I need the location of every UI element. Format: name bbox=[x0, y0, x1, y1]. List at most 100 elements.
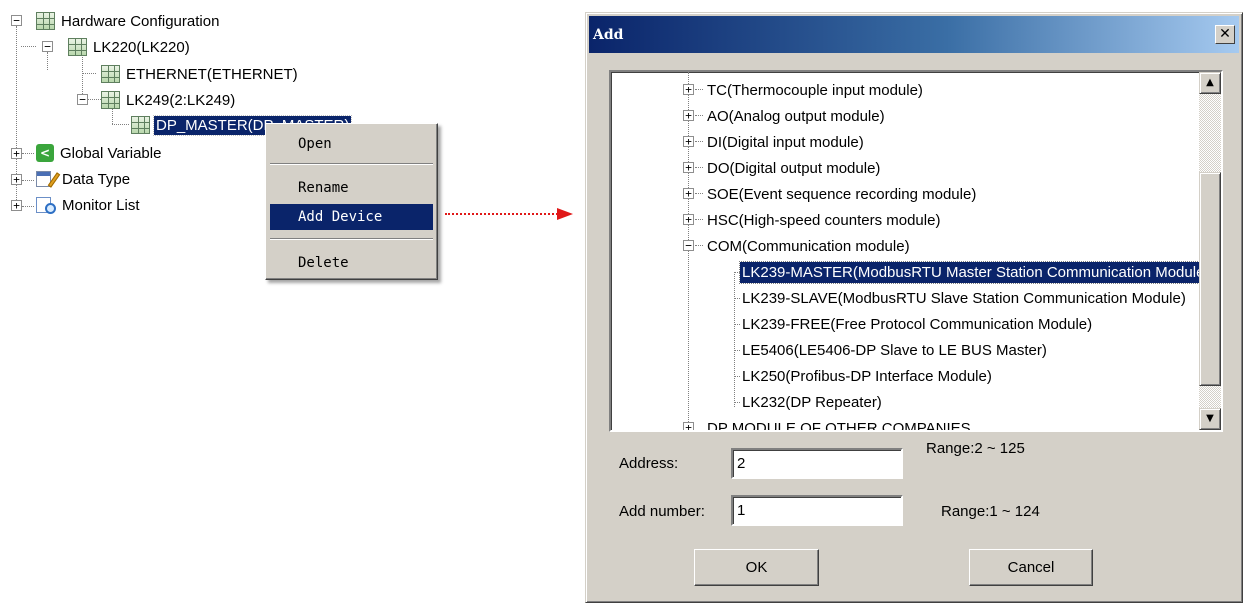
device-tree-label: LK239-SLAVE(ModbusRTU Slave Station Comm… bbox=[742, 289, 1186, 307]
module-icon bbox=[101, 65, 120, 83]
cancel-button[interactable]: Cancel bbox=[969, 549, 1093, 586]
device-tree-label: DI(Digital input module) bbox=[707, 133, 864, 151]
expand-toggle[interactable]: + bbox=[683, 136, 694, 147]
menu-item-rename[interactable]: Rename bbox=[270, 175, 433, 201]
tree-node-data-type[interactable]: Data Type bbox=[36, 168, 132, 190]
dialog-title-bar[interactable]: Add ✕ bbox=[589, 16, 1239, 53]
device-item-lk239-free[interactable]: LK239-FREE(Free Protocol Communication M… bbox=[740, 311, 1094, 337]
device-category-do[interactable]: DO(Digital output module) bbox=[705, 155, 882, 181]
menu-separator bbox=[270, 163, 433, 165]
device-tree-label: DP MODULE OF OTHER COMPANIES bbox=[707, 419, 971, 431]
device-category-com[interactable]: COM(Communication module) bbox=[705, 233, 912, 259]
collapse-toggle-hardware[interactable]: − bbox=[11, 15, 22, 26]
address-input[interactable]: 2 bbox=[731, 448, 903, 479]
tree-node-label: Hardware Configuration bbox=[61, 12, 220, 30]
device-item-lk239-master[interactable]: LK239-MASTER(ModbusRTU Master Station Co… bbox=[738, 259, 1199, 285]
expand-toggle[interactable]: + bbox=[683, 84, 694, 95]
collapse-toggle-lk220[interactable]: − bbox=[42, 41, 53, 52]
device-tree-list: + TC(Thermocouple input module) + AO(Ana… bbox=[611, 72, 1199, 430]
tree-connector bbox=[695, 89, 703, 90]
tree-node-lk220[interactable]: LK220(LK220) bbox=[68, 36, 192, 58]
tree-connector bbox=[695, 115, 703, 116]
tree-connector bbox=[695, 141, 703, 142]
hardware-config-icon bbox=[36, 12, 55, 30]
module-icon bbox=[131, 116, 150, 134]
tree-connector bbox=[22, 206, 34, 207]
tree-node-label: LK220(LK220) bbox=[93, 38, 190, 56]
menu-item-open[interactable]: Open bbox=[270, 131, 433, 157]
device-category-tc[interactable]: TC(Thermocouple input module) bbox=[705, 77, 925, 103]
module-icon bbox=[101, 91, 120, 109]
device-item-lk232[interactable]: LK232(DP Repeater) bbox=[740, 389, 884, 415]
monitor-list-icon bbox=[36, 196, 56, 214]
tree-node-ethernet[interactable]: ETHERNET(ETHERNET) bbox=[101, 63, 300, 85]
scroll-down-button[interactable]: ▼ bbox=[1199, 408, 1221, 430]
add-number-input[interactable]: 1 bbox=[731, 495, 903, 526]
device-item-le5406[interactable]: LE5406(LE5406-DP Slave to LE BUS Master) bbox=[740, 337, 1049, 363]
device-category-other-companies[interactable]: DP MODULE OF OTHER COMPANIES bbox=[705, 415, 973, 431]
tree-node-label: Data Type bbox=[62, 170, 131, 188]
tree-connector bbox=[112, 124, 129, 125]
device-category-soe[interactable]: SOE(Event sequence recording module) bbox=[705, 181, 978, 207]
tree-connector bbox=[695, 193, 703, 194]
tree-node-label: ETHERNET(ETHERNET) bbox=[126, 65, 298, 83]
device-category-ao[interactable]: AO(Analog output module) bbox=[705, 103, 887, 129]
vertical-scrollbar[interactable]: ▲ ▼ bbox=[1199, 72, 1221, 430]
tree-connector bbox=[47, 52, 48, 70]
tree-node-hardware-configuration[interactable]: Hardware Configuration bbox=[36, 10, 221, 32]
tree-node-label: Monitor List bbox=[62, 196, 140, 214]
tree-node-monitor-list[interactable]: Monitor List bbox=[36, 194, 142, 216]
close-button[interactable]: ✕ bbox=[1215, 25, 1235, 44]
collapse-toggle[interactable]: − bbox=[683, 240, 694, 251]
menu-item-add-device[interactable]: Add Device bbox=[270, 204, 433, 230]
scroll-up-button[interactable]: ▲ bbox=[1199, 72, 1221, 94]
device-tree[interactable]: + TC(Thermocouple input module) + AO(Ana… bbox=[609, 70, 1223, 432]
device-tree-label: DO(Digital output module) bbox=[707, 159, 881, 177]
expand-toggle[interactable]: + bbox=[683, 422, 694, 430]
expand-toggle[interactable]: + bbox=[683, 188, 694, 199]
device-tree-label: LK239-FREE(Free Protocol Communication M… bbox=[742, 315, 1093, 333]
expand-toggle[interactable]: + bbox=[683, 162, 694, 173]
tree-connector bbox=[695, 219, 703, 220]
tree-node-lk249[interactable]: LK249(2:LK249) bbox=[101, 89, 237, 111]
tree-connector bbox=[82, 52, 83, 98]
device-tree-label: TC(Thermocouple input module) bbox=[707, 81, 923, 99]
device-category-di[interactable]: DI(Digital input module) bbox=[705, 129, 866, 155]
expand-toggle-monitor-list[interactable]: + bbox=[11, 200, 22, 211]
tree-connector bbox=[21, 46, 36, 47]
tree-node-global-variable[interactable]: < Global Variable bbox=[36, 142, 163, 164]
add-number-label: Add number: bbox=[619, 503, 705, 520]
add-number-range: Range:1 ~ 124 bbox=[941, 503, 1040, 520]
device-tree-label: SOE(Event sequence recording module) bbox=[707, 185, 977, 203]
device-tree-label-selected: LK239-MASTER(ModbusRTU Master Station Co… bbox=[738, 260, 1199, 284]
share-icon: < bbox=[36, 144, 54, 162]
address-range: Range:2 ~ 125 bbox=[926, 440, 1025, 457]
tree-connector bbox=[695, 167, 703, 168]
tree-connector bbox=[22, 180, 34, 181]
ok-button[interactable]: OK bbox=[694, 549, 819, 586]
scrollbar-thumb[interactable] bbox=[1199, 172, 1221, 386]
device-category-hsc[interactable]: HSC(High-speed counters module) bbox=[705, 207, 942, 233]
module-icon bbox=[68, 38, 87, 56]
expand-toggle-data-type[interactable]: + bbox=[11, 174, 22, 185]
address-label: Address: bbox=[619, 455, 679, 472]
tree-node-label: LK249(2:LK249) bbox=[126, 91, 236, 109]
expand-toggle[interactable]: + bbox=[683, 214, 694, 225]
device-tree-label: LE5406(LE5406-DP Slave to LE BUS Master) bbox=[742, 341, 1047, 359]
device-tree-label: LK232(DP Repeater) bbox=[742, 393, 882, 411]
tree-connector bbox=[87, 99, 101, 100]
tree-connector bbox=[695, 245, 703, 246]
dialog-title: Add bbox=[593, 27, 624, 43]
expand-toggle-global-variable[interactable]: + bbox=[11, 148, 22, 159]
tree-connector bbox=[82, 73, 96, 74]
device-item-lk250[interactable]: LK250(Profibus-DP Interface Module) bbox=[740, 363, 994, 389]
expand-toggle[interactable]: + bbox=[683, 110, 694, 121]
menu-separator bbox=[270, 238, 433, 240]
device-tree-label: LK250(Profibus-DP Interface Module) bbox=[742, 367, 992, 385]
device-tree-label: AO(Analog output module) bbox=[707, 107, 885, 125]
device-item-lk239-slave[interactable]: LK239-SLAVE(ModbusRTU Slave Station Comm… bbox=[740, 285, 1188, 311]
collapse-toggle-lk249[interactable]: − bbox=[77, 94, 88, 105]
device-tree-label: HSC(High-speed counters module) bbox=[707, 211, 941, 229]
menu-item-delete[interactable]: Delete bbox=[270, 250, 433, 276]
data-type-icon bbox=[36, 170, 61, 188]
